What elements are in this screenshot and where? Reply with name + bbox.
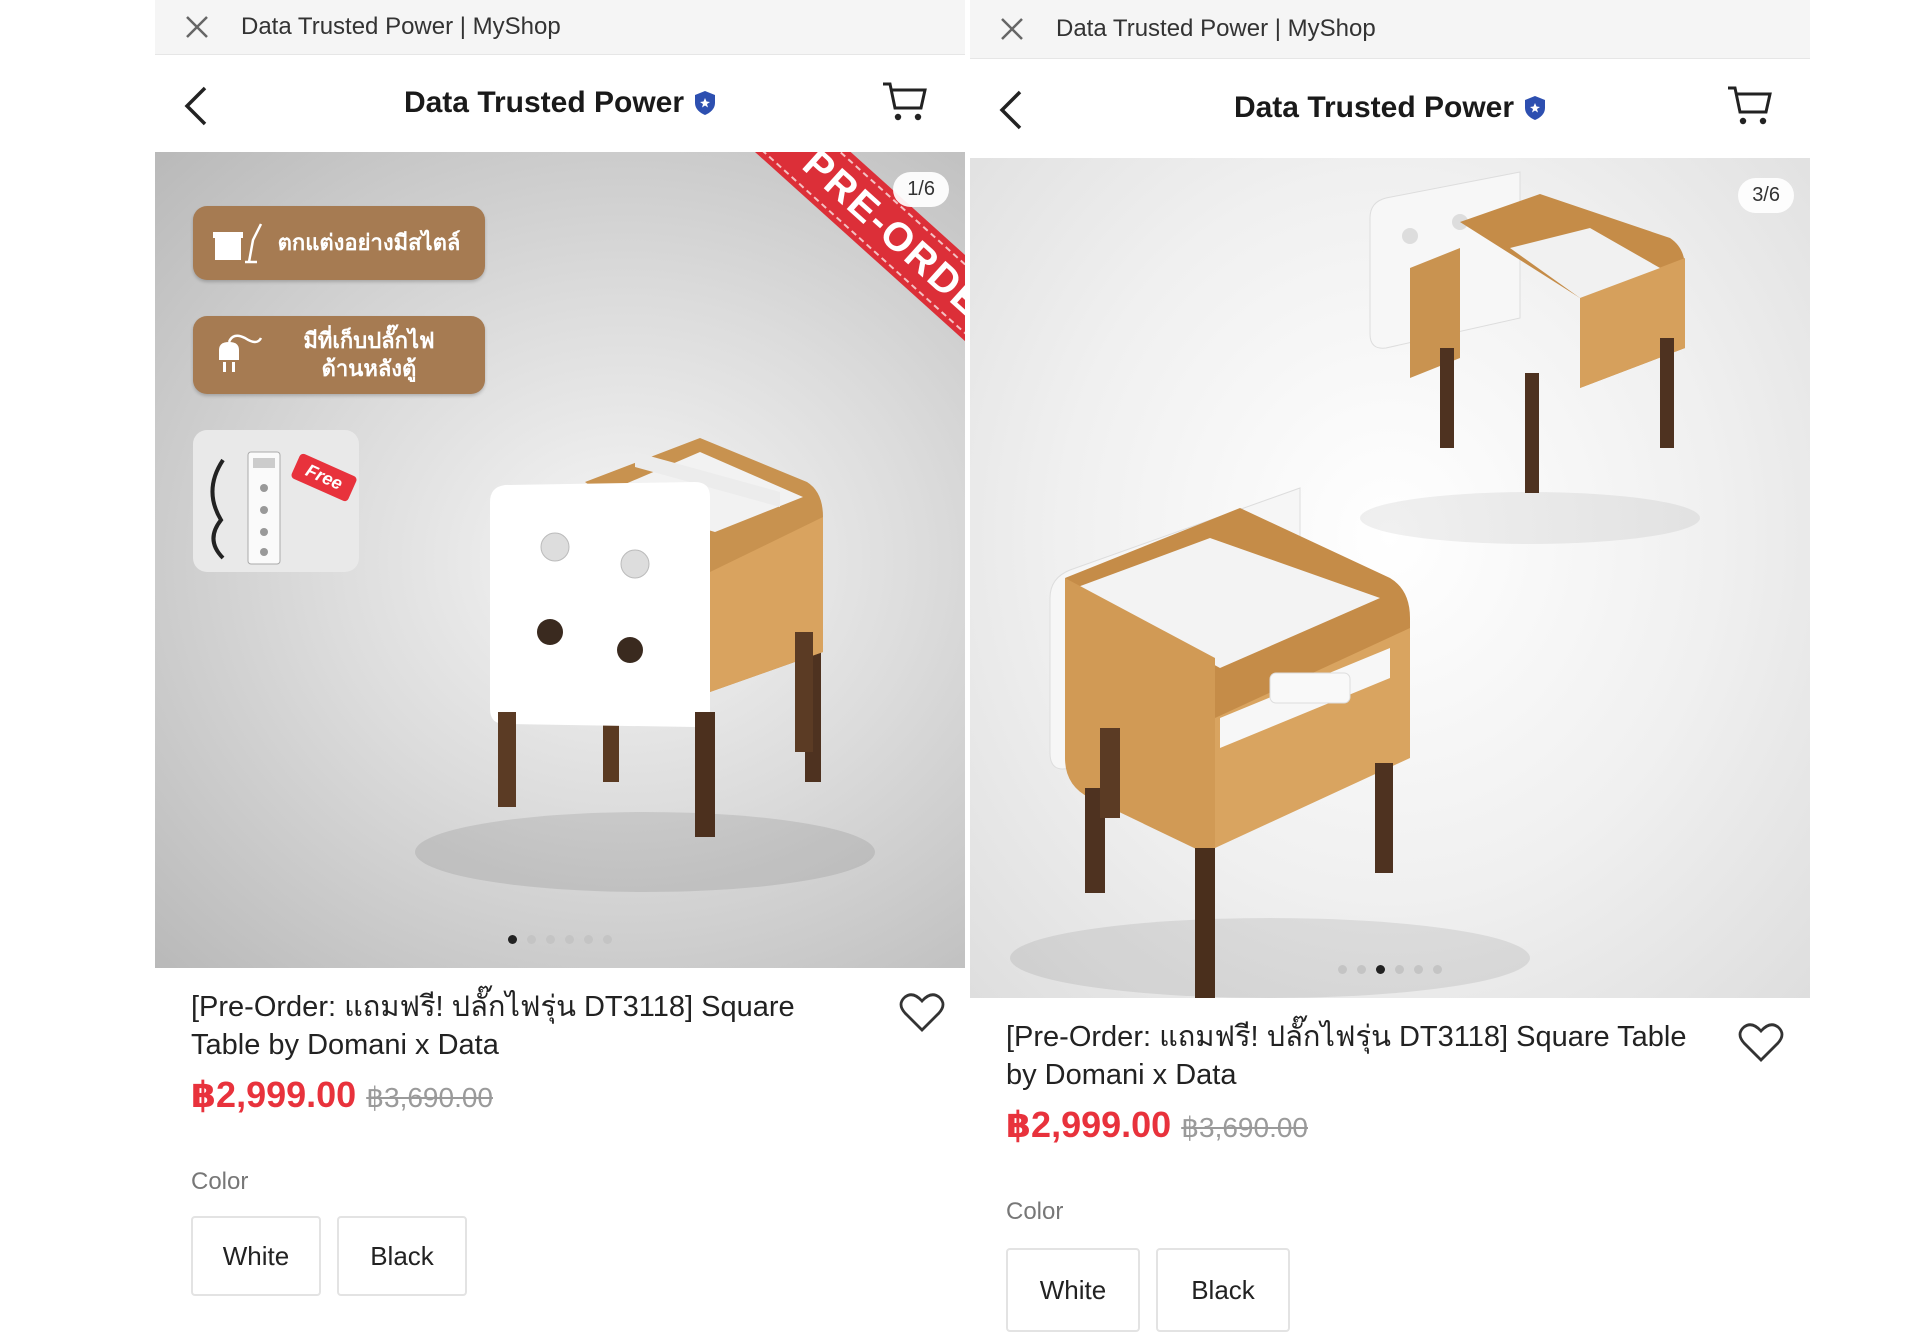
feature-badge-plug-storage: มีที่เก็บปลั๊กไฟ ด้านหลังตู้ [193,316,485,394]
browser-topbar: Data Trusted Power | MyShop [155,0,965,55]
color-label: Color [191,1168,249,1195]
screen-left: Data Trusted Power | MyShop Data Trusted… [155,0,965,1337]
product-title: [Pre-Order: แถมฟรี! ปลั๊กไฟรุ่น DT3118] … [191,991,795,1061]
browser-topbar: Data Trusted Power | MyShop [970,0,1810,59]
carousel-dot[interactable] [527,935,536,944]
feature-badge-style: ตกแต่งอย่างมีสไตล์ [193,206,485,280]
carousel-dots[interactable] [970,965,1810,974]
carousel-dot[interactable] [603,935,612,944]
price-row: ฿2,999.00 ฿3,690.00 [191,1074,493,1116]
carousel-dot[interactable] [565,935,574,944]
product-info: [Pre-Order: แถมฟรี! ปลั๊กไฟรุ่น DT3118] … [970,998,1810,1337]
carousel-dot[interactable] [1395,965,1404,974]
carousel-dots[interactable] [155,935,965,944]
carousel-dot[interactable] [508,935,517,944]
heart-icon[interactable] [1738,1022,1784,1064]
back-arrow-icon[interactable] [996,88,1026,132]
sale-price: ฿2,999.00 [1006,1104,1172,1145]
window-title: Data Trusted Power | MyShop [1056,15,1376,42]
image-counter: 3/6 [1738,178,1794,213]
plug-icon [219,334,263,372]
close-icon[interactable] [183,13,211,41]
shop-name-label: Data Trusted Power [403,86,685,119]
product-image-tables [1010,171,1700,998]
carousel-dot[interactable] [546,935,555,944]
original-price: ฿3,690.00 [366,1082,493,1113]
window-title: Data Trusted Power | MyShop [241,13,561,40]
carousel-dot[interactable] [584,935,593,944]
color-option-white[interactable]: White [1006,1248,1140,1332]
price-row: ฿2,999.00 ฿3,690.00 [1006,1104,1308,1146]
shop-header: Data Trusted Power [155,54,965,152]
verified-shield-icon [1525,96,1546,120]
product-image-carousel[interactable]: ตกแต่งอย่างมีสไตล์ มีที่เก็บปลั๊กไฟ ด้าน… [155,152,965,968]
shop-name[interactable]: Data Trusted Power [1234,91,1546,125]
original-price: ฿3,690.00 [1181,1112,1308,1143]
cart-icon[interactable] [1726,84,1774,128]
cart-icon[interactable] [881,80,929,124]
color-option-black[interactable]: Black [1156,1248,1290,1332]
color-options: White Black [191,1216,467,1296]
sale-price: ฿2,999.00 [191,1074,357,1115]
shop-name[interactable]: Data Trusted Power [404,86,716,120]
verified-shield-icon [695,91,716,115]
free-gift-card: Free [193,430,359,572]
carousel-dot[interactable] [1414,965,1423,974]
heart-icon[interactable] [899,992,945,1034]
feature-plug-line-2: ด้านหลังตู้ [321,356,417,381]
color-option-black[interactable]: Black [337,1216,467,1296]
carousel-dot[interactable] [1376,965,1385,974]
color-option-white[interactable]: White [191,1216,321,1296]
carousel-dot[interactable] [1433,965,1442,974]
feature-plug-line-1: มีที่เก็บปลั๊กไฟ [303,328,435,353]
close-icon[interactable] [998,15,1026,43]
screen-right: Data Trusted Power | MyShop Data Trusted… [970,0,1810,1337]
carousel-dot[interactable] [1357,965,1366,974]
shop-name-label: Data Trusted Power [1233,91,1515,124]
desk-lamp-icon [213,223,263,264]
carousel-dot[interactable] [1338,965,1347,974]
feature-plug-text: มีที่เก็บปลั๊กไฟ ด้านหลังตู้ [263,327,485,383]
color-options: White Black [1006,1248,1290,1332]
product-info: [Pre-Order: แถมฟรี! ปลั๊กไฟรุ่น DT3118] … [155,968,965,1337]
color-label: Color [1006,1198,1064,1225]
image-counter: 1/6 [893,172,949,207]
product-image-carousel[interactable]: 3/6 [970,158,1810,998]
feature-style-text: ตกแต่งอย่างมีสไตล์ [277,230,461,255]
back-arrow-icon[interactable] [181,84,211,128]
product-title: [Pre-Order: แถมฟรี! ปลั๊กไฟรุ่น DT3118] … [1006,1021,1687,1091]
shop-header: Data Trusted Power [970,58,1810,158]
power-strip-icon [210,451,281,565]
